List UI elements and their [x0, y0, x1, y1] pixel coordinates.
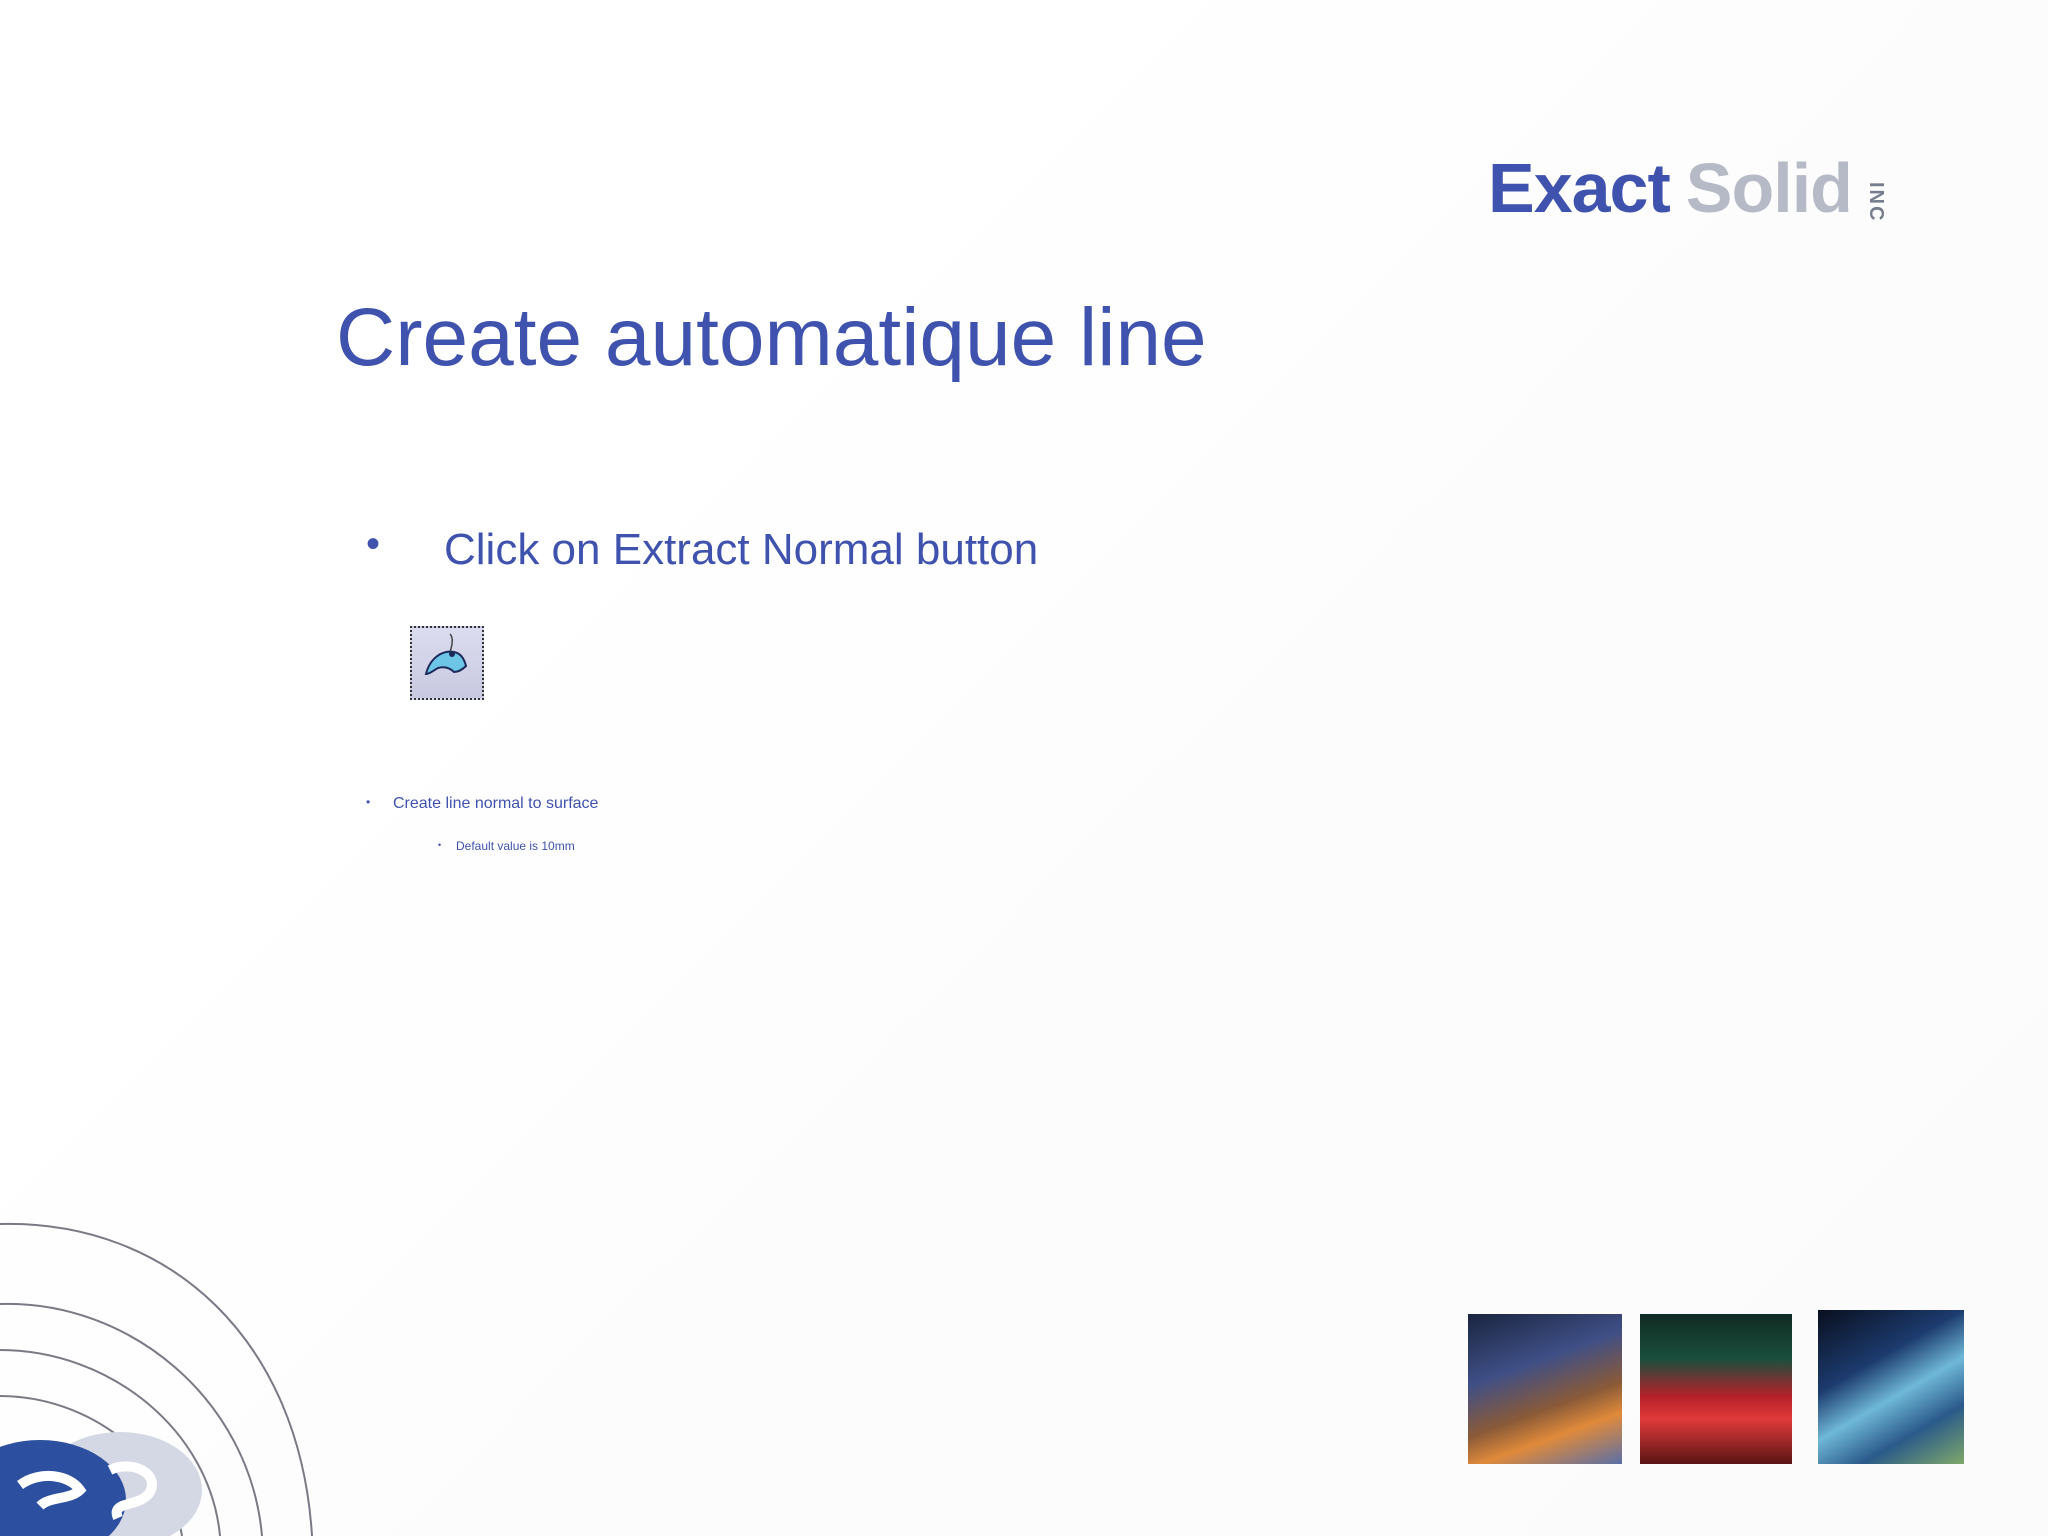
logo-word-exact: Exact — [1488, 149, 1671, 227]
bullet-text: Create line normal to surface — [393, 795, 599, 812]
logo-word-solid: Solid — [1685, 149, 1853, 227]
bullet-marker: • — [366, 795, 371, 809]
slide-title: Create automatique line — [336, 292, 1207, 383]
es-swirl-logo-icon — [0, 1222, 313, 1536]
extract-normal-button[interactable] — [410, 626, 484, 700]
exact-solid-logo: Exact Solid INC — [1488, 148, 1887, 228]
machined-surface-photo — [1640, 1314, 1792, 1464]
sub-bullet-marker: • — [438, 840, 442, 850]
logo-inc: INC — [1864, 181, 1887, 222]
cnc-tool-photo — [1468, 1314, 1622, 1464]
sub-bullet-text: Default value is 10mm — [456, 839, 575, 853]
extract-normal-icon — [424, 633, 468, 676]
bullet-marker: • — [366, 522, 381, 566]
bullet-text: Click on Extract Normal button — [444, 525, 1039, 574]
milling-spindle-photo — [1818, 1310, 1964, 1464]
slide: Exact Solid INC Create automatique line … — [0, 0, 2048, 1536]
